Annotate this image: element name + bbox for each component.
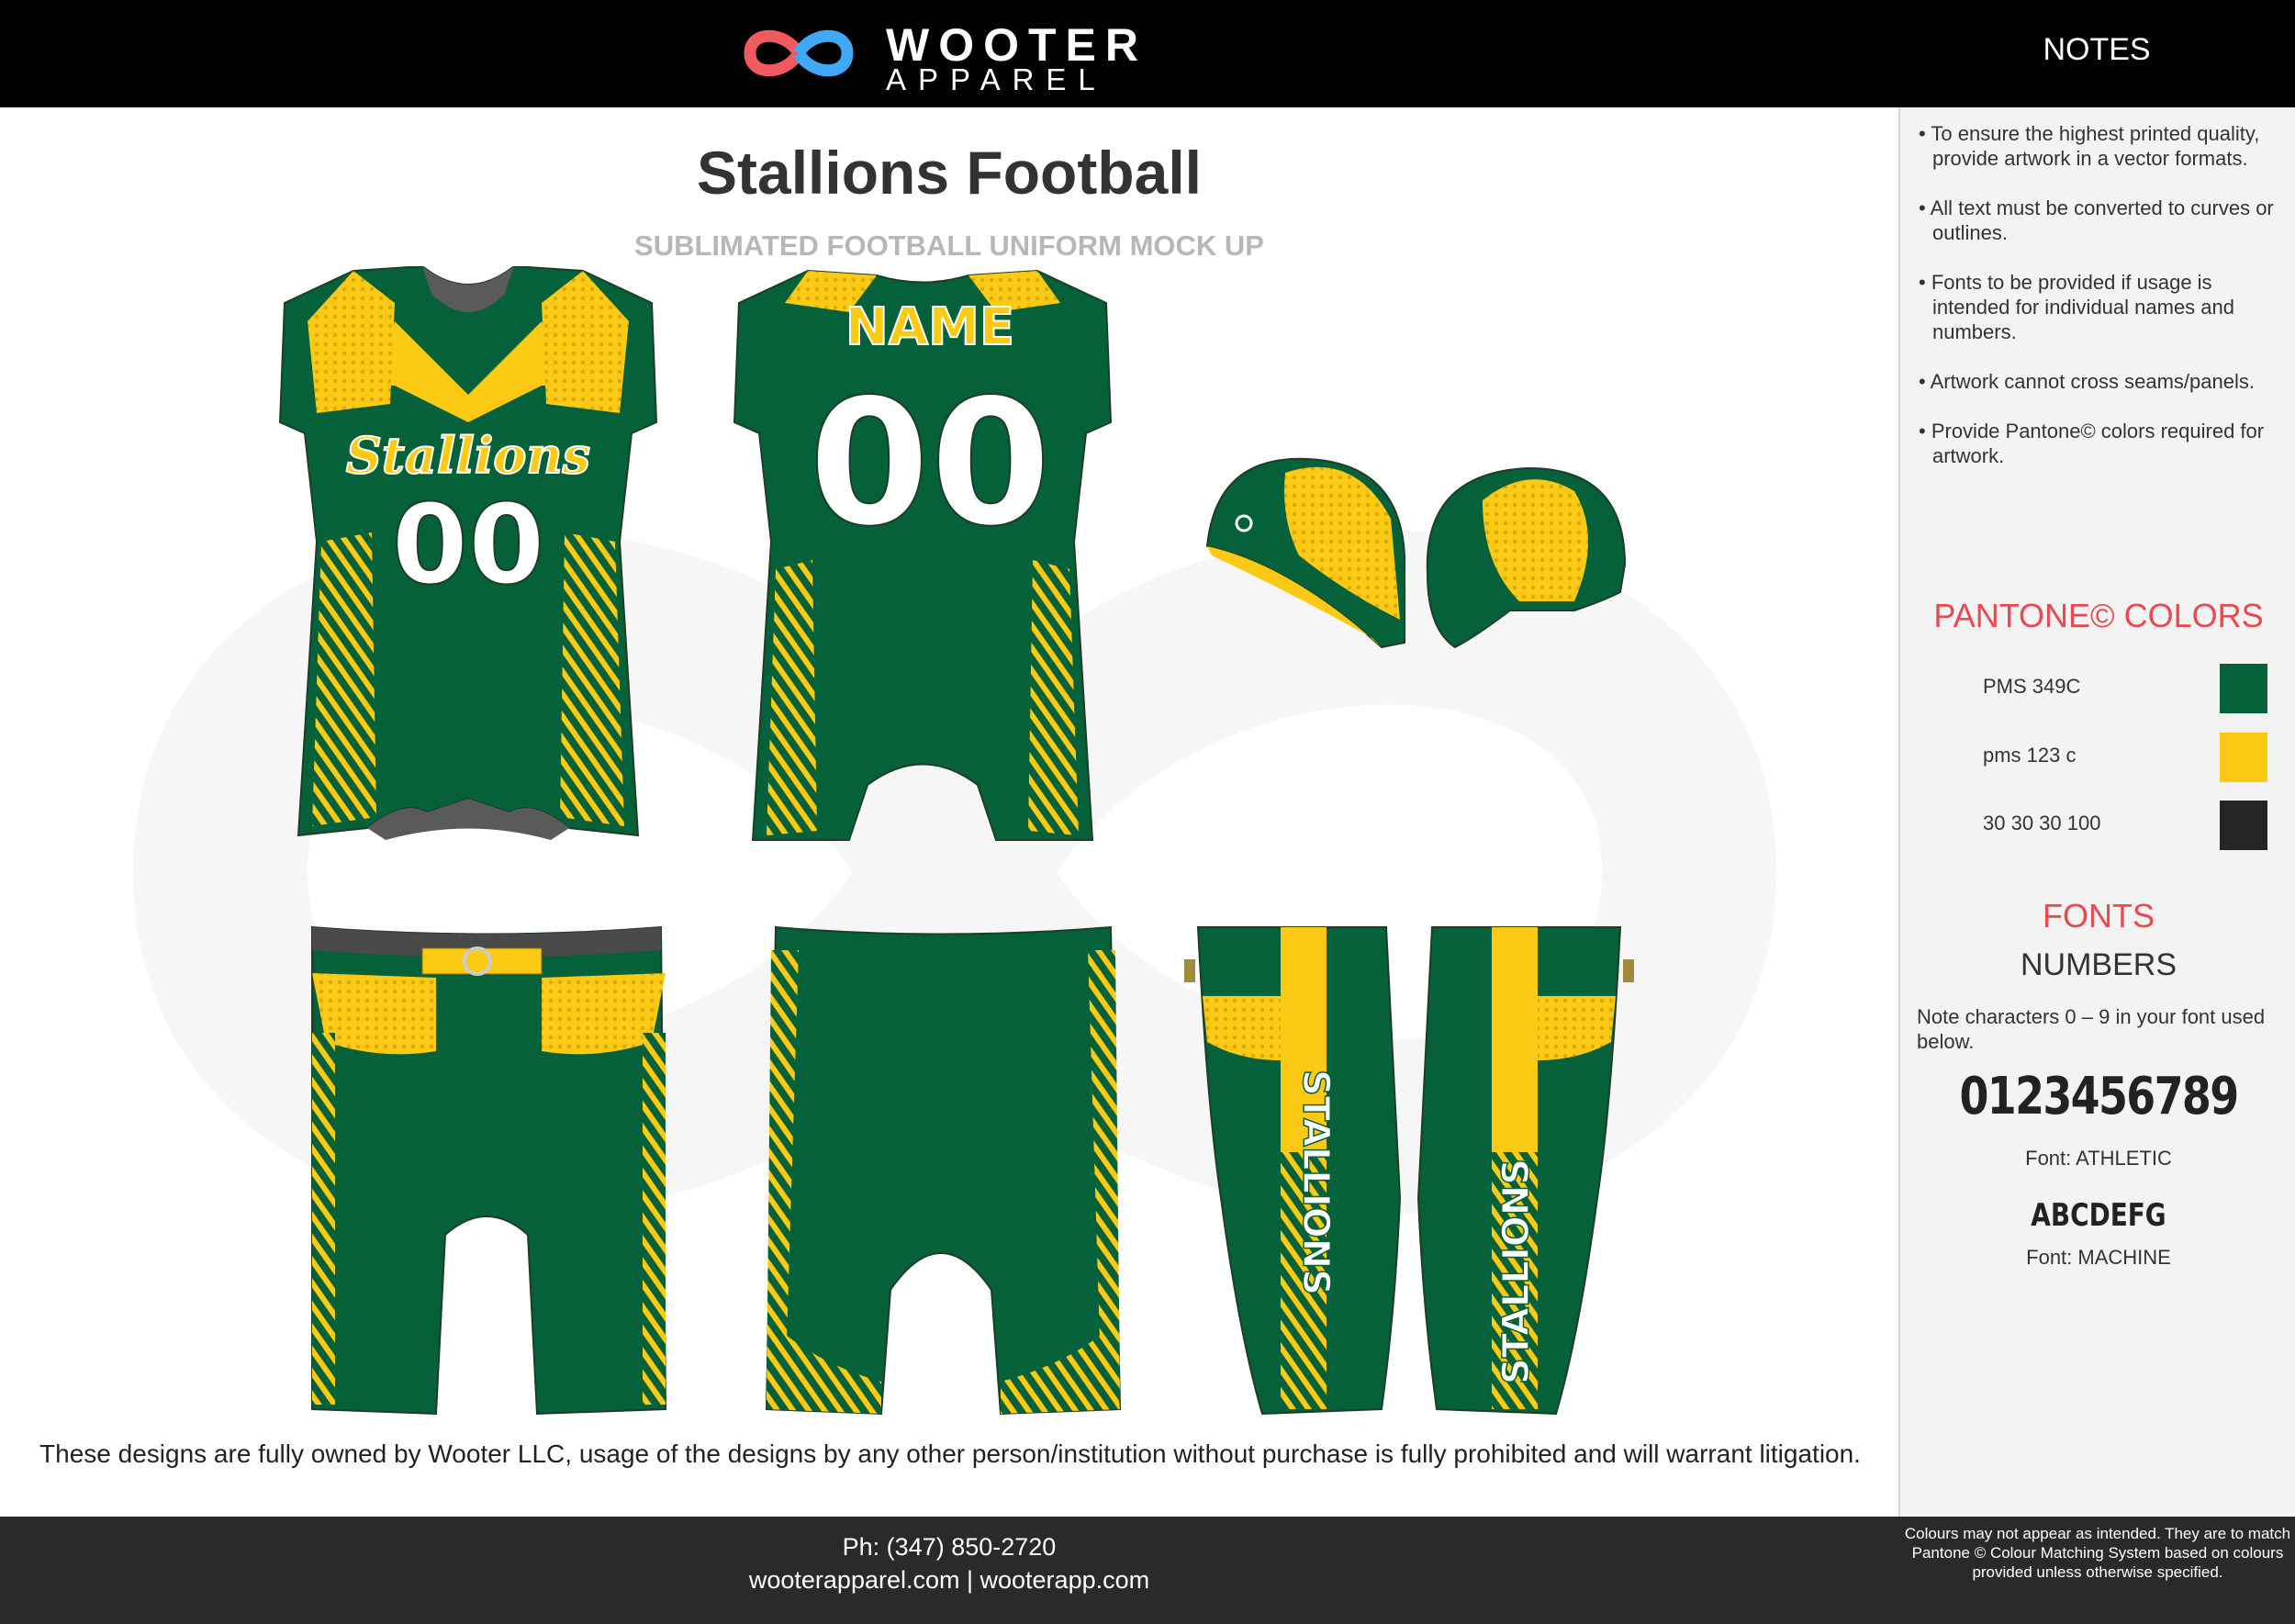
fonts-note: Note characters 0 – 9 in your font used … bbox=[1917, 1005, 2266, 1053]
notes-title: NOTES bbox=[2043, 32, 2151, 67]
note-item: • Fonts to be provided if usage is inten… bbox=[1919, 271, 2235, 343]
notes-list: • To ensure the highest printed quality,… bbox=[1919, 121, 2277, 493]
color-disclaimer: Colours may not appear as intended. They… bbox=[1904, 1525, 2291, 1581]
pantone-swatch bbox=[2220, 664, 2267, 713]
font-label-machine: Font: MACHINE bbox=[2026, 1246, 2171, 1269]
note-item: • All text must be converted to curves o… bbox=[1919, 196, 2274, 244]
page-subtitle: SUBLIMATED FOOTBALL UNIFORM MOCK UP bbox=[634, 230, 1264, 262]
pantone-swatch bbox=[2220, 733, 2267, 782]
pants-front[interactable] bbox=[308, 923, 670, 1418]
pantone-label: PMS 349C bbox=[1983, 675, 2081, 698]
skull-cap-front[interactable] bbox=[1198, 454, 1409, 652]
font-label-athletic: Font: ATHLETIC bbox=[2025, 1147, 2172, 1170]
notes-sidebar: • To ensure the highest printed quality,… bbox=[1898, 107, 2295, 1517]
pants-side-right[interactable]: STALLIONS bbox=[1414, 923, 1634, 1418]
pantone-label: 30 30 30 100 bbox=[1983, 812, 2101, 834]
pantone-row: PMS 349C bbox=[1983, 664, 2277, 715]
pantone-label: pms 123 c bbox=[1983, 744, 2077, 767]
jersey-front[interactable]: Stallions 00 bbox=[275, 266, 661, 845]
pantone-row: pms 123 c bbox=[1983, 733, 2277, 784]
pantone-row: 30 30 30 100 bbox=[1983, 801, 2277, 852]
page-title: Stallions Football bbox=[696, 139, 1202, 207]
fonts-numbers-title: NUMBERS bbox=[2020, 947, 2177, 982]
wooter-logo[interactable]: WOOTER APPAREL bbox=[739, 17, 1180, 96]
footer-websites[interactable]: wooterapparel.com | wooterapp.com bbox=[0, 1566, 1898, 1595]
pants-side-left[interactable]: STALLIONS bbox=[1184, 923, 1405, 1418]
pantone-heading: PANTONE© COLORS bbox=[1933, 597, 2264, 634]
jersey-front-number: 00 bbox=[392, 482, 545, 610]
copyright-text: These designs are fully owned by Wooter … bbox=[39, 1439, 1861, 1468]
jersey-front-script: Stallions bbox=[346, 426, 590, 485]
fonts-heading: FONTS bbox=[2043, 897, 2155, 935]
footer-phone[interactable]: Ph: (347) 850-2720 bbox=[0, 1533, 1898, 1562]
jersey-back-number: 00 bbox=[809, 362, 1051, 565]
brand-subname: APPAREL bbox=[886, 62, 1107, 96]
note-item: • Provide Pantone© colors required for a… bbox=[1919, 420, 2265, 467]
pants-back[interactable] bbox=[762, 923, 1125, 1418]
skull-cap-back[interactable] bbox=[1418, 464, 1629, 652]
note-item: • To ensure the highest printed quality,… bbox=[1919, 122, 2260, 170]
infinity-logo-icon bbox=[744, 29, 854, 77]
font-sample-numbers: 0123456789 bbox=[1959, 1067, 2239, 1126]
note-item: • Artwork cannot cross seams/panels. bbox=[1919, 370, 2255, 393]
jersey-back[interactable]: NAME 00 bbox=[730, 266, 1115, 845]
jersey-back-name: NAME bbox=[845, 297, 1014, 357]
pantone-swatch bbox=[2220, 801, 2267, 850]
pants-side-left-text: STALLIONS bbox=[1294, 1070, 1337, 1295]
pants-side-right-text: STALLIONS bbox=[1495, 1159, 1538, 1384]
font-sample-letters: ABCDEFG bbox=[2031, 1197, 2166, 1234]
